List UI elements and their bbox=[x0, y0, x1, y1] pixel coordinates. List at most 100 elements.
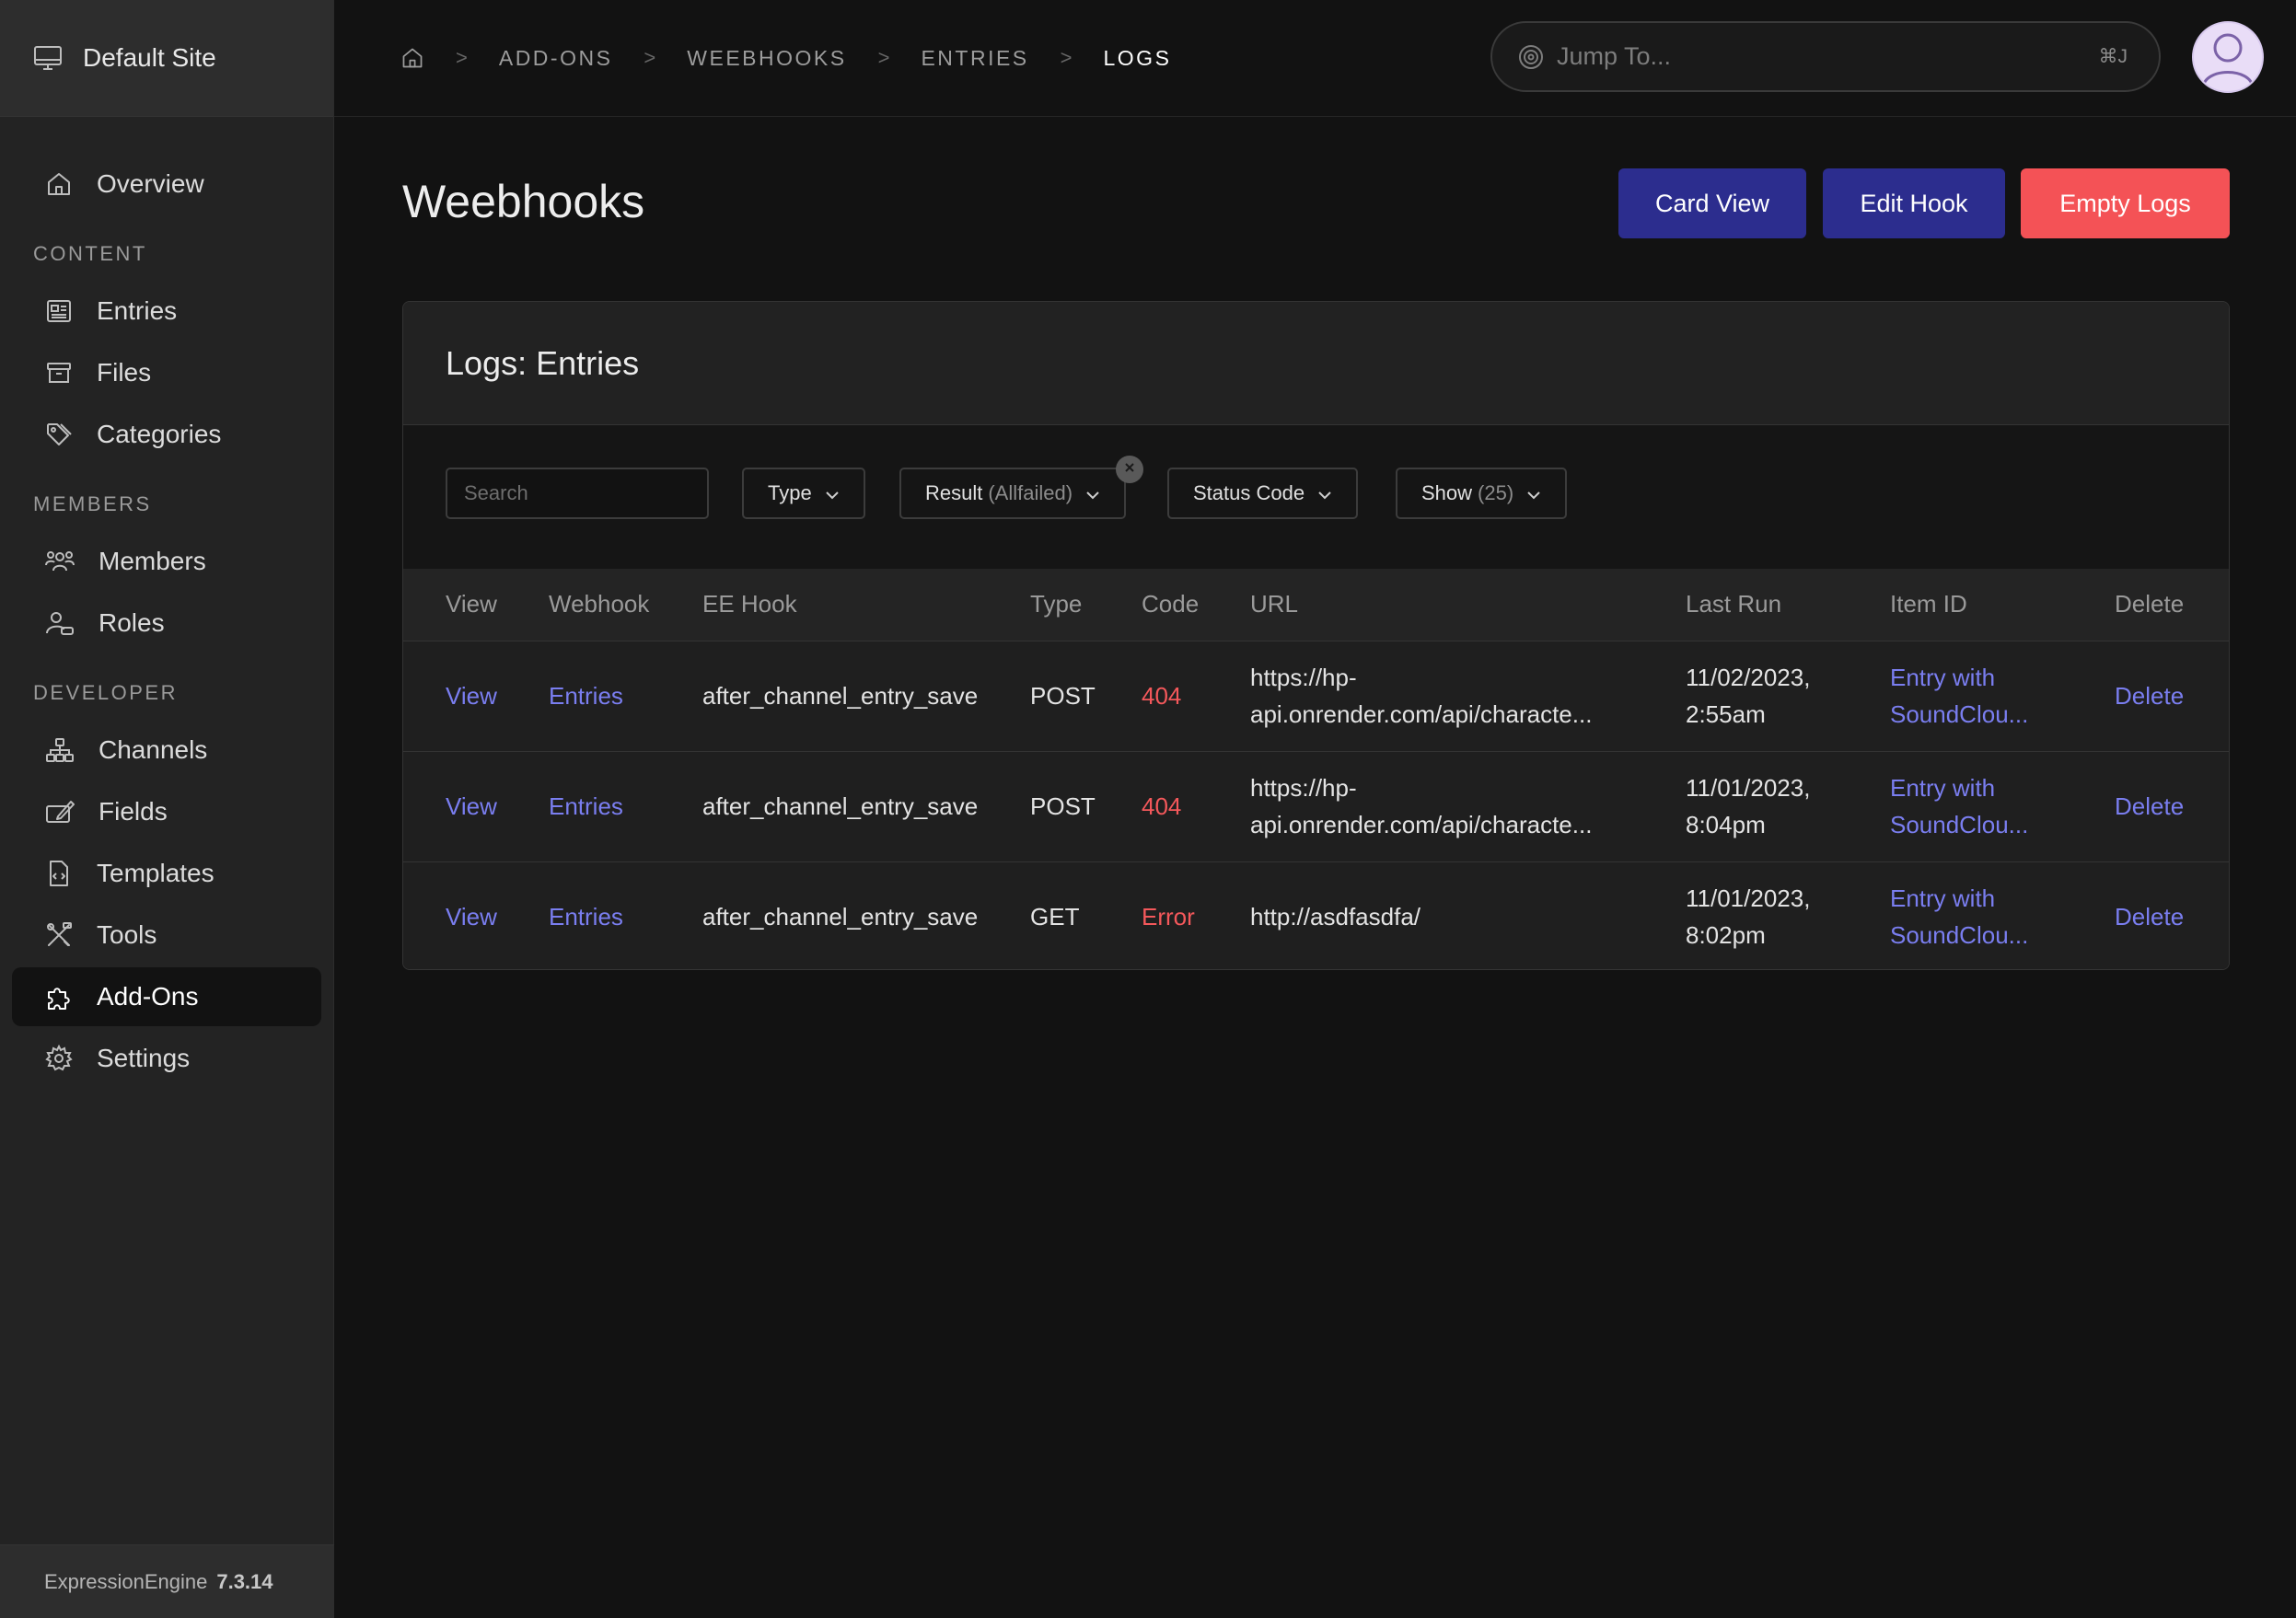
product-name: ExpressionEngine bbox=[44, 1569, 208, 1593]
archive-icon bbox=[45, 359, 73, 387]
user-role-icon bbox=[45, 609, 75, 637]
section-developer: DEVELOPER bbox=[33, 681, 178, 704]
status-code-filter-label: Status Code bbox=[1193, 481, 1305, 504]
users-icon bbox=[45, 548, 75, 575]
home-icon bbox=[45, 170, 73, 198]
section-content: CONTENT bbox=[33, 242, 147, 265]
breadcrumb: > ADD-ONS > WEEBHOOKS > ENTRIES > LOGS bbox=[400, 46, 1171, 71]
breadcrumb-separator: > bbox=[644, 46, 656, 69]
last-run-date: 11/01/2023, bbox=[1686, 884, 1811, 913]
webhook-link[interactable]: Entries bbox=[549, 682, 623, 710]
edit-hook-button[interactable]: Edit Hook bbox=[1823, 168, 2005, 238]
last-run-date: 11/01/2023, bbox=[1686, 774, 1811, 802]
webhook-link[interactable]: Entries bbox=[549, 903, 623, 930]
show-filter[interactable]: Show (25) bbox=[1396, 468, 1568, 519]
edit-field-icon bbox=[45, 798, 75, 826]
code-cell: 404 bbox=[1142, 641, 1250, 752]
tools-icon bbox=[45, 921, 73, 949]
jump-to-placeholder: Jump To... bbox=[1557, 42, 1672, 70]
last-run-cell: 11/02/2023, 2:55am bbox=[1686, 641, 1890, 752]
view-link[interactable]: View bbox=[446, 903, 497, 930]
item-id-link[interactable]: Entry with SoundClou... bbox=[1890, 751, 2115, 862]
tags-icon bbox=[45, 421, 73, 448]
sidebar-item-channels[interactable]: Channels bbox=[12, 721, 321, 780]
product-version: 7.3.14 bbox=[216, 1569, 273, 1593]
target-icon bbox=[1518, 44, 1544, 70]
search-placeholder: Search bbox=[464, 481, 528, 504]
type-filter[interactable]: Type bbox=[742, 468, 865, 519]
item-id-line: Entry with bbox=[1890, 774, 1996, 802]
sidebar-item-categories[interactable]: Categories bbox=[12, 405, 321, 464]
item-id-line: SoundClou... bbox=[1890, 921, 2029, 950]
delete-link[interactable]: Delete bbox=[2115, 792, 2184, 820]
sidebar-item-fields[interactable]: Fields bbox=[12, 782, 321, 841]
delete-link[interactable]: Delete bbox=[2115, 682, 2184, 710]
col-header-last-run[interactable]: Last Run bbox=[1686, 569, 1890, 641]
avatar[interactable] bbox=[2192, 21, 2264, 93]
last-run-cell: 11/01/2023, 8:02pm bbox=[1686, 861, 1890, 969]
col-header-item-id[interactable]: Item ID bbox=[1890, 569, 2115, 641]
result-filter-value: (Allfailed) bbox=[988, 481, 1073, 504]
item-id-link[interactable]: Entry with SoundClou... bbox=[1890, 641, 2115, 752]
monitor-icon bbox=[33, 44, 63, 72]
url-cell: http://asdfasdfa/ bbox=[1250, 861, 1686, 969]
code-cell: 404 bbox=[1142, 751, 1250, 862]
search-input[interactable]: Search bbox=[446, 468, 709, 519]
col-header-webhook[interactable]: Webhook bbox=[549, 569, 702, 641]
view-link[interactable]: View bbox=[446, 682, 497, 710]
page-title: Weebhooks bbox=[402, 176, 645, 227]
sidebar-item-overview[interactable]: Overview bbox=[12, 155, 321, 214]
panel-header: Logs: Entries bbox=[403, 302, 2229, 425]
breadcrumb-logs: LOGS bbox=[1103, 45, 1172, 70]
view-link[interactable]: View bbox=[446, 792, 497, 820]
sitemap-icon bbox=[45, 736, 75, 764]
breadcrumb-weebhooks[interactable]: WEEBHOOKS bbox=[687, 46, 846, 71]
last-run-cell: 11/01/2023, 8:04pm bbox=[1686, 751, 1890, 862]
sidebar-item-add-ons[interactable]: Add-Ons bbox=[12, 967, 321, 1026]
url-cell: https://hp- api.onrender.com/api/charact… bbox=[1250, 641, 1686, 752]
url-line: https://hp- bbox=[1250, 664, 1357, 691]
site-switcher[interactable]: Default Site bbox=[0, 0, 333, 117]
type-cell: POST bbox=[1030, 751, 1142, 862]
item-id-line: Entry with bbox=[1890, 884, 1996, 913]
result-filter[interactable]: Result (Allfailed) bbox=[899, 468, 1127, 519]
code-cell: Error bbox=[1142, 903, 1195, 931]
last-run-time: 8:04pm bbox=[1686, 811, 1766, 838]
col-header-ee-hook[interactable]: EE Hook bbox=[702, 569, 1030, 641]
col-header-code[interactable]: Code bbox=[1142, 569, 1250, 641]
url-line: api.onrender.com/api/characte... bbox=[1250, 811, 1593, 838]
item-id-line: Entry with bbox=[1890, 664, 1996, 691]
sidebar-item-entries[interactable]: Entries bbox=[12, 282, 321, 341]
table-row: View Entries after_channel_entry_save PO… bbox=[403, 751, 2229, 862]
item-id-link[interactable]: Entry with SoundClou... bbox=[1890, 861, 2115, 969]
empty-logs-button[interactable]: Empty Logs bbox=[2021, 168, 2230, 238]
sidebar-item-roles[interactable]: Roles bbox=[12, 594, 321, 653]
sidebar-item-members[interactable]: Members bbox=[12, 532, 321, 591]
home-icon[interactable] bbox=[400, 46, 424, 70]
panel-title: Logs: Entries bbox=[446, 343, 640, 382]
col-header-view[interactable]: View bbox=[403, 569, 549, 641]
sidebar-item-templates[interactable]: Templates bbox=[12, 844, 321, 903]
sidebar-item-files[interactable]: Files bbox=[12, 343, 321, 402]
close-icon bbox=[1124, 461, 1135, 478]
type-filter-label: Type bbox=[768, 481, 812, 504]
chevron-down-icon bbox=[1526, 481, 1541, 505]
filter-bar: Search Type Result (Allfailed) Status Co… bbox=[403, 425, 2229, 569]
sidebar-item-tools[interactable]: Tools bbox=[12, 906, 321, 965]
clear-filter-button[interactable] bbox=[1116, 456, 1143, 483]
url-line: http://asdfasdfa/ bbox=[1250, 903, 1421, 931]
logs-panel: Logs: Entries Search Type Result (Allfai… bbox=[402, 301, 2230, 970]
col-header-url[interactable]: URL bbox=[1250, 569, 1686, 641]
status-code-filter[interactable]: Status Code bbox=[1167, 468, 1359, 519]
sidebar-item-settings[interactable]: Settings bbox=[12, 1029, 321, 1088]
webhook-link[interactable]: Entries bbox=[549, 792, 623, 820]
delete-link[interactable]: Delete bbox=[2115, 903, 2184, 930]
breadcrumb-add-ons[interactable]: ADD-ONS bbox=[499, 46, 613, 71]
gear-icon bbox=[45, 1045, 73, 1072]
col-header-delete[interactable]: Delete bbox=[2115, 569, 2229, 641]
jump-to-input[interactable]: Jump To... ⌘J bbox=[1490, 21, 2161, 92]
card-view-button[interactable]: Card View bbox=[1618, 168, 1806, 238]
breadcrumb-entries[interactable]: ENTRIES bbox=[921, 46, 1028, 71]
col-header-type[interactable]: Type bbox=[1030, 569, 1142, 641]
table-row: View Entries after_channel_entry_save PO… bbox=[403, 641, 2229, 752]
